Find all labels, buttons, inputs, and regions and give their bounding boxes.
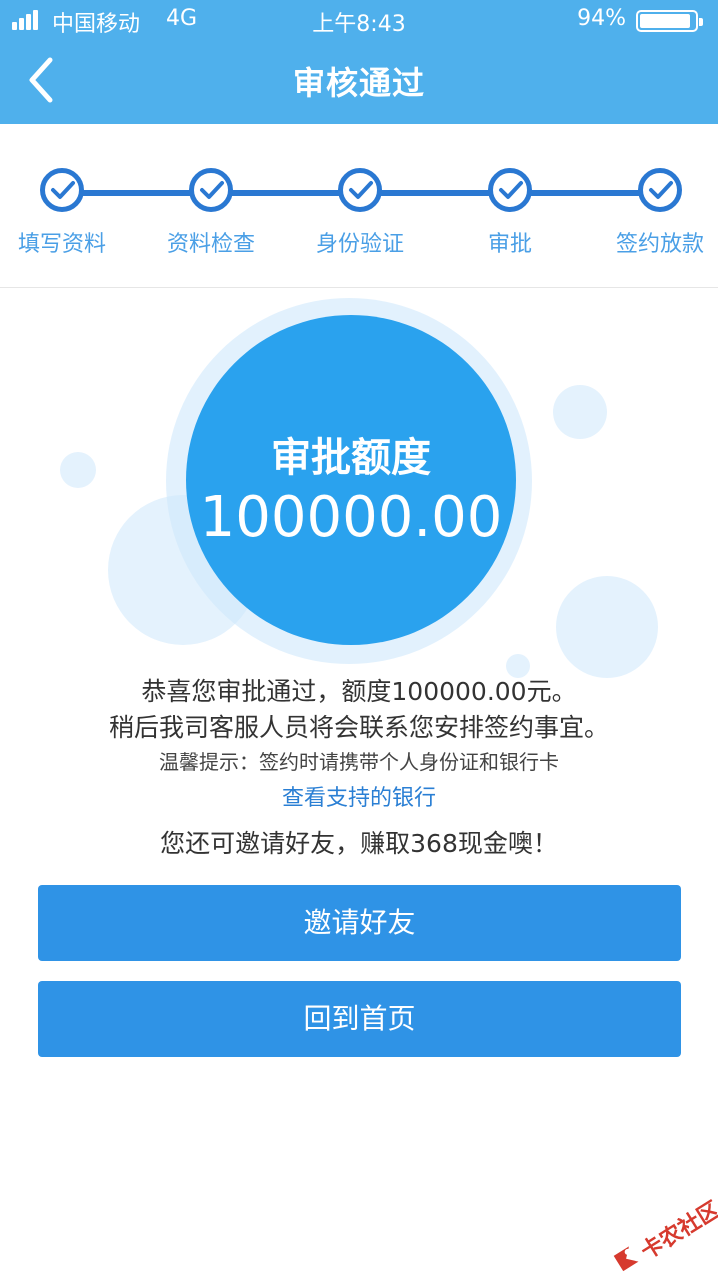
supported-banks-link[interactable]: 查看支持的银行 (0, 780, 718, 812)
screen: 中国移动 4G 上午8:43 94% 审核通过 填写资料 资料检查 身份验证 审… (0, 0, 718, 1280)
tip-message: 温馨提示：签约时请携带个人身份证和银行卡 (159, 750, 559, 774)
watermark-logo: 卡农社区 (605, 1197, 718, 1280)
decor-bubble (60, 452, 96, 488)
header: 中国移动 4G 上午8:43 94% 审核通过 (0, 0, 718, 124)
check-icon (338, 168, 382, 212)
step-label: 资料检查 (166, 232, 255, 257)
amount-value: 100000.00 (199, 485, 503, 550)
invite-message: 您还可邀请好友，赚取368现金噢！ (160, 829, 558, 858)
step-approval: 审批 (440, 168, 580, 258)
check-icon (40, 168, 84, 212)
battery-icon (636, 10, 703, 32)
back-home-button[interactable]: 回到首页 (38, 981, 681, 1057)
step-fill-info: 填写资料 (0, 168, 132, 258)
decor-bubble (556, 576, 658, 678)
invite-friends-button[interactable]: 邀请好友 (38, 885, 681, 961)
step-label: 审批 (487, 232, 532, 257)
approval-amount-circle: 审批额度 100000.00 (186, 315, 516, 645)
watermark-text: 卡农社区 (636, 1197, 718, 1266)
amount-title: 审批额度 (271, 435, 431, 481)
step-label: 身份验证 (315, 232, 404, 257)
step-check-info: 资料检查 (141, 168, 281, 258)
page-title: 审核通过 (292, 64, 425, 102)
step-label: 签约放款 (615, 232, 704, 257)
congrats-message: 恭喜您审批通过，额度100000.00元。 (141, 677, 577, 706)
contact-message: 稍后我司客服人员将会联系您安排签约事宜。 (108, 713, 609, 742)
check-icon (638, 168, 682, 212)
battery-percent: 94% (577, 6, 626, 31)
status-bar: 中国移动 4G 上午8:43 94% (0, 0, 718, 40)
decor-bubble (553, 385, 607, 439)
check-icon (189, 168, 233, 212)
step-identity: 身份验证 (290, 168, 430, 258)
step-label: 填写资料 (17, 232, 106, 257)
progress-steps: 填写资料 资料检查 身份验证 审批 签约放款 (0, 124, 718, 288)
check-icon (488, 168, 532, 212)
step-sign-loan: 签约放款 (590, 168, 718, 258)
